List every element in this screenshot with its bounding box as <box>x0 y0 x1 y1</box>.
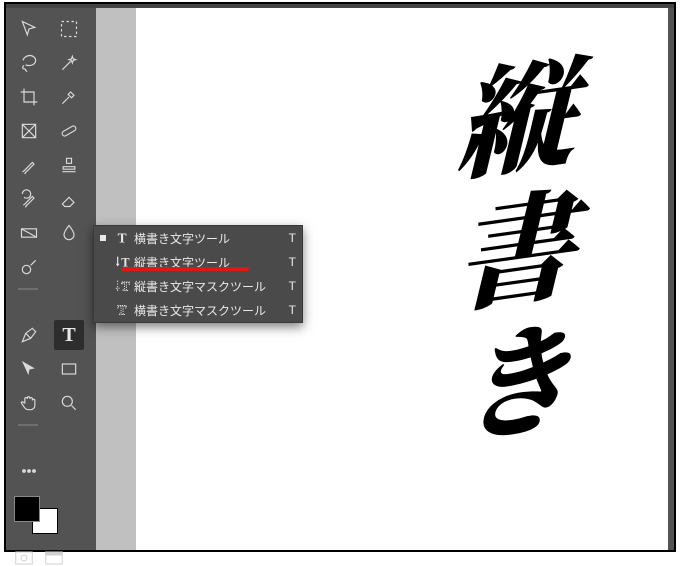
history-brush-icon <box>19 189 39 209</box>
flyout-item-shortcut: T <box>280 255 296 269</box>
gradient-tool[interactable] <box>14 218 44 248</box>
current-tool-marker-empty <box>100 259 106 265</box>
eraser-tool[interactable] <box>54 184 84 214</box>
screen-mode-row <box>14 550 88 566</box>
frame-icon <box>19 121 39 141</box>
eyedropper-tool[interactable] <box>54 82 84 112</box>
gradient-icon <box>19 223 39 243</box>
tools-panel: T <box>6 8 96 550</box>
current-tool-marker-empty <box>100 283 106 289</box>
frame-tool[interactable] <box>14 116 44 146</box>
crop-icon <box>19 87 39 107</box>
flyout-item-horizontal-type-mask[interactable]: T 横書き文字マスクツール T <box>94 298 302 322</box>
flyout-item-shortcut: T <box>280 303 296 317</box>
move-icon <box>19 19 39 39</box>
edit-toolbar[interactable] <box>14 456 44 486</box>
tool-divider-2 <box>14 422 84 428</box>
horizontal-type-icon: T <box>112 230 134 246</box>
screen-mode-toggle[interactable] <box>44 550 64 566</box>
vertical-text-layer[interactable]: 縦書き <box>456 50 574 463</box>
path-select-tool[interactable] <box>14 354 44 384</box>
hand-icon <box>19 393 39 413</box>
svg-text:T: T <box>118 302 127 317</box>
stamp-icon <box>59 155 79 175</box>
svg-text:T: T <box>121 279 130 293</box>
current-tool-marker <box>100 235 106 241</box>
type-tool-flyout: T 横書き文字ツール T T 縦書き文字ツール T T 縦書き文字マスクツール … <box>93 225 303 323</box>
eyedropper-icon <box>59 87 79 107</box>
horizontal-type-mask-icon: T <box>112 302 134 318</box>
marquee-tool[interactable] <box>54 14 84 44</box>
flyout-item-label: 縦書き文字マスクツール <box>134 278 280 295</box>
blur-tool[interactable] <box>54 218 84 248</box>
foreground-color-swatch[interactable] <box>14 496 40 522</box>
flyout-item-label: 横書き文字マスクツール <box>134 302 280 319</box>
color-swatches[interactable] <box>14 496 64 536</box>
tool-grid: T <box>14 14 88 486</box>
tool-divider <box>14 286 84 292</box>
clone-stamp-tool[interactable] <box>54 150 84 180</box>
pen-icon <box>19 325 39 345</box>
eraser-icon <box>59 189 79 209</box>
hand-tool[interactable] <box>14 388 44 418</box>
flyout-item-shortcut: T <box>280 231 296 245</box>
flyout-item-shortcut: T <box>280 279 296 293</box>
flyout-item-horizontal-type[interactable]: T 横書き文字ツール T <box>94 226 302 250</box>
brush-icon <box>19 155 39 175</box>
pen-tool[interactable] <box>14 320 44 350</box>
quick-select-tool[interactable] <box>54 48 84 78</box>
path-arrow-icon <box>19 359 39 379</box>
move-tool[interactable] <box>14 14 44 44</box>
current-tool-marker-empty <box>100 307 106 313</box>
healing-brush-tool[interactable] <box>54 116 84 146</box>
blur-icon <box>59 223 79 243</box>
lasso-icon <box>19 53 39 73</box>
dodge-tool[interactable] <box>14 252 44 282</box>
annotation-red-underline <box>121 267 249 271</box>
rectangle-tool[interactable] <box>54 354 84 384</box>
dots-icon <box>19 461 39 481</box>
crop-tool[interactable] <box>14 82 44 112</box>
bandaid-icon <box>59 121 79 141</box>
app-frame: T <box>4 2 676 552</box>
type-tool[interactable]: T <box>54 320 84 350</box>
flyout-item-vertical-type-mask[interactable]: T 縦書き文字マスクツール T <box>94 274 302 298</box>
history-brush-tool[interactable] <box>14 184 44 214</box>
wand-icon <box>59 53 79 73</box>
vertical-type-mask-icon: T <box>112 278 134 294</box>
quick-mask-toggle[interactable] <box>14 550 34 566</box>
rectangle-icon <box>59 359 79 379</box>
marquee-icon <box>59 19 79 39</box>
zoom-icon <box>59 393 79 413</box>
zoom-tool[interactable] <box>54 388 84 418</box>
lasso-tool[interactable] <box>14 48 44 78</box>
brush-tool[interactable] <box>14 150 44 180</box>
svg-text:T: T <box>118 230 127 245</box>
flyout-item-label: 横書き文字ツール <box>134 230 280 247</box>
type-icon: T <box>62 324 75 347</box>
dodge-icon <box>19 257 39 277</box>
